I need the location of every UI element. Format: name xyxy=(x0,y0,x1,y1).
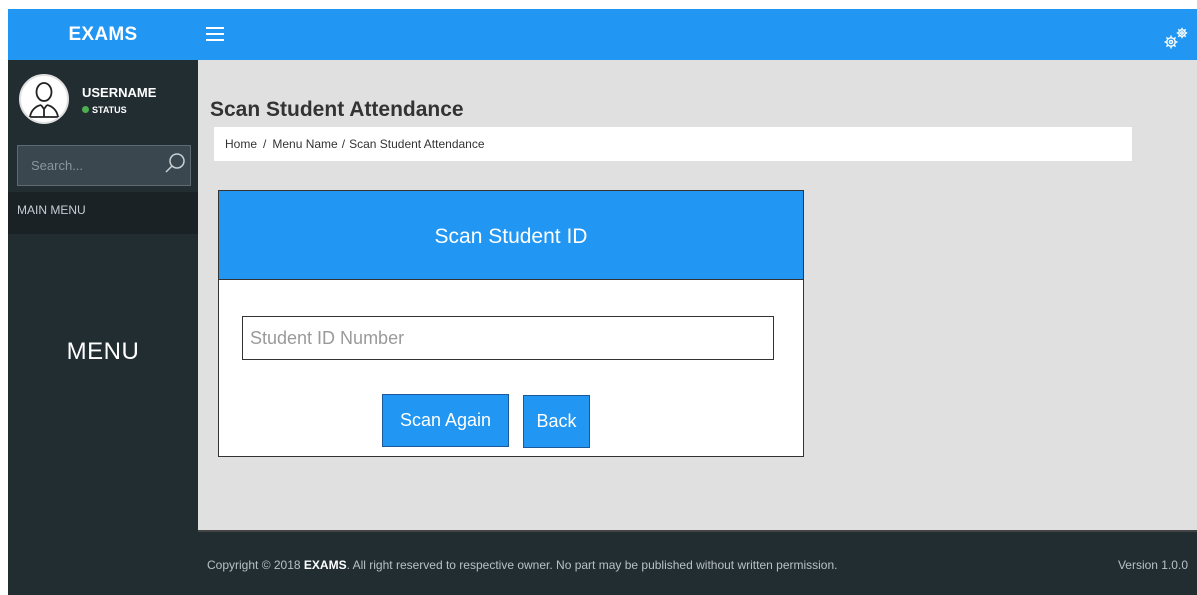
page-title: Scan Student Attendance xyxy=(210,98,464,121)
copyright-brand: EXAMS xyxy=(303,558,347,572)
main-menu-header: MAIN MENU xyxy=(8,192,198,234)
version-label: Version 1.0.0 xyxy=(1117,558,1188,572)
breadcrumb-home[interactable]: Home xyxy=(225,137,257,151)
gears-icon[interactable] xyxy=(1162,25,1190,51)
hamburger-icon[interactable] xyxy=(206,27,224,41)
avatar[interactable] xyxy=(19,74,69,124)
menu-placeholder: MENU xyxy=(66,338,140,365)
footer: Copyright © 2018 EXAMS. All right reserv… xyxy=(198,530,1197,595)
status-dot-icon xyxy=(82,106,89,113)
back-button[interactable]: Back xyxy=(523,395,590,448)
status-label: STATUS xyxy=(92,105,127,115)
username: USERNAME xyxy=(82,85,157,100)
breadcrumb: Home / Menu Name / Scan Student Attendance xyxy=(214,127,1132,161)
student-id-input[interactable] xyxy=(242,316,774,360)
main-content: Scan Student Attendance Home / Menu Name / S… xyxy=(198,60,1197,530)
search-icon[interactable] xyxy=(165,152,187,174)
copyright-text: Copyright © 2018 EXAMS. All right reserv… xyxy=(207,558,838,572)
user-avatar-icon xyxy=(27,82,61,118)
brand-logo[interactable]: EXAMS xyxy=(8,9,198,60)
sidebar: USERNAME STATUS MAIN MENU MENU xyxy=(8,60,198,595)
sidebar-search xyxy=(17,145,191,186)
breadcrumb-separator: / xyxy=(263,137,267,151)
breadcrumb-current: Scan Student Attendance xyxy=(349,137,485,151)
scan-again-button[interactable]: Scan Again xyxy=(382,394,509,447)
status-badge: STATUS xyxy=(82,105,127,115)
card-title: Scan Student ID xyxy=(219,191,803,280)
breadcrumb-separator: / xyxy=(341,137,346,151)
search-input[interactable] xyxy=(18,146,158,185)
top-bar: EXAMS xyxy=(8,9,1197,60)
app-frame: EXAMS USERNAME STATUS Search... MAIN MEN… xyxy=(8,9,1197,595)
scan-card: Scan Student ID Scan Again Back xyxy=(218,190,804,457)
breadcrumb-menu-name[interactable]: Menu Name xyxy=(272,137,337,151)
